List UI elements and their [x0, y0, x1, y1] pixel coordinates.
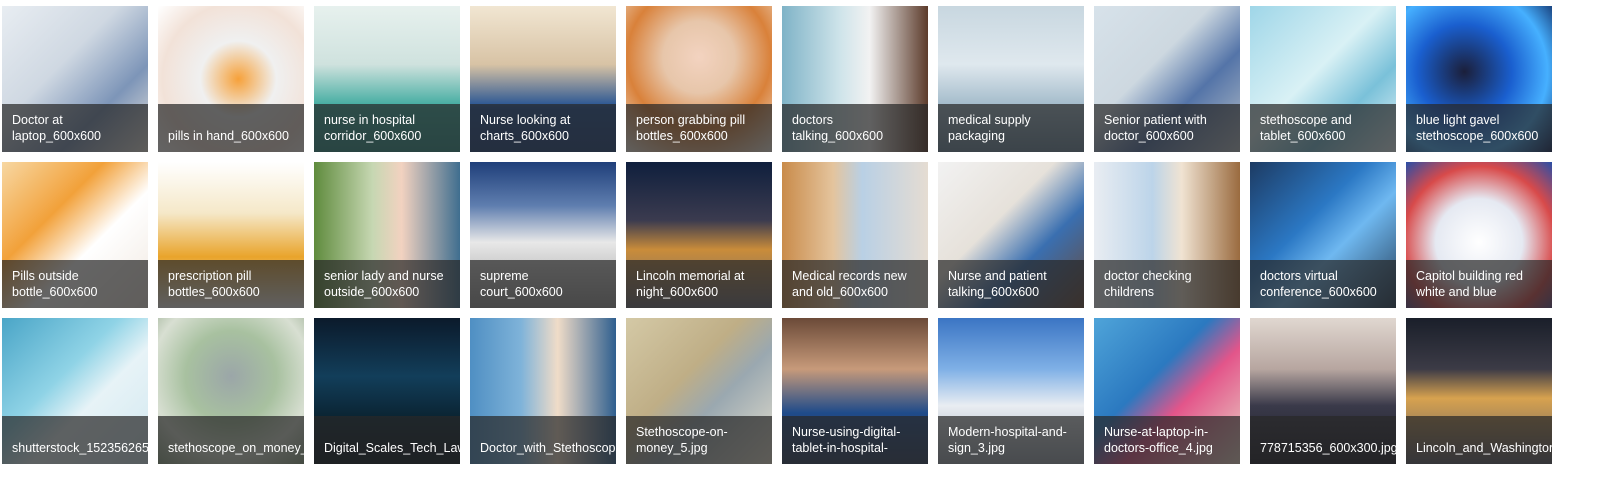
image-tile[interactable]: 778715356_600x300.jpg	[1250, 318, 1396, 464]
image-caption: shutterstock_152356265	[2, 416, 148, 464]
image-caption: blue light gavel stethoscope_600x600	[1406, 104, 1552, 152]
image-caption: stethoscope and tablet_600x600	[1250, 104, 1396, 152]
image-tile[interactable]: supreme court_600x600	[470, 162, 616, 308]
image-caption: prescription pill bottles_600x600	[158, 260, 304, 308]
image-tile[interactable]: shutterstock_152356265	[2, 318, 148, 464]
image-caption: medical supply packaging	[938, 104, 1084, 152]
image-caption: pills in hand_600x600	[158, 104, 304, 152]
image-caption: doctors virtual conference_600x600	[1250, 260, 1396, 308]
image-caption: Nurse and patient talking_600x600	[938, 260, 1084, 308]
image-tile[interactable]: Lincoln memorial at night_600x600	[626, 162, 772, 308]
image-caption: stethoscope_on_money_	[158, 416, 304, 464]
image-tile[interactable]: nurse in hospital corridor_600x600	[314, 6, 460, 152]
image-caption: Capitol building red white and blue	[1406, 260, 1552, 308]
image-tile[interactable]: blue light gavel stethoscope_600x600	[1406, 6, 1552, 152]
image-tile[interactable]: Nurse looking at charts_600x600	[470, 6, 616, 152]
image-caption: Modern-hospital-and-sign_3.jpg	[938, 416, 1084, 464]
image-caption: Doctor at laptop_600x600	[2, 104, 148, 152]
image-caption: Doctor_with_Stethoscope	[470, 416, 616, 464]
image-tile[interactable]: Digital_Scales_Tech_Law_	[314, 318, 460, 464]
image-tile[interactable]: Doctor_with_Stethoscope	[470, 318, 616, 464]
image-caption: 778715356_600x300.jpg	[1250, 416, 1396, 464]
image-tile[interactable]: doctor checking childrens	[1094, 162, 1240, 308]
image-caption: Nurse-at-laptop-in-doctors-office_4.jpg	[1094, 416, 1240, 464]
image-tile[interactable]: Pills outside bottle_600x600	[2, 162, 148, 308]
image-caption: Lincoln memorial at night_600x600	[626, 260, 772, 308]
image-tile[interactable]: stethoscope_on_money_	[158, 318, 304, 464]
image-tile[interactable]: medical supply packaging	[938, 6, 1084, 152]
image-tile[interactable]: Nurse-at-laptop-in-doctors-office_4.jpg	[1094, 318, 1240, 464]
image-tile[interactable]: stethoscope and tablet_600x600	[1250, 6, 1396, 152]
image-tile[interactable]: senior lady and nurse outside_600x600	[314, 162, 460, 308]
image-caption: Digital_Scales_Tech_Law_	[314, 416, 460, 464]
image-tile[interactable]: prescription pill bottles_600x600	[158, 162, 304, 308]
image-grid: Doctor at laptop_600x600 pills in hand_6…	[0, 0, 1609, 480]
image-caption: Senior patient with doctor_600x600	[1094, 104, 1240, 152]
image-tile[interactable]: Lincoln_and_Washington	[1406, 318, 1552, 464]
image-caption: person grabbing pill bottles_600x600	[626, 104, 772, 152]
image-tile[interactable]: person grabbing pill bottles_600x600	[626, 6, 772, 152]
image-tile[interactable]: Stethoscope-on-money_5.jpg	[626, 318, 772, 464]
image-caption: Lincoln_and_Washington	[1406, 416, 1552, 464]
image-tile[interactable]: doctors virtual conference_600x600	[1250, 162, 1396, 308]
image-caption: Stethoscope-on-money_5.jpg	[626, 416, 772, 464]
image-caption: doctor checking childrens	[1094, 260, 1240, 308]
image-caption: Nurse-using-digital-tablet-in-hospital-	[782, 416, 928, 464]
image-tile[interactable]: Nurse and patient talking_600x600	[938, 162, 1084, 308]
image-tile[interactable]: Senior patient with doctor_600x600	[1094, 6, 1240, 152]
image-caption: Nurse looking at charts_600x600	[470, 104, 616, 152]
image-tile[interactable]: pills in hand_600x600	[158, 6, 304, 152]
image-caption: supreme court_600x600	[470, 260, 616, 308]
image-tile[interactable]: Doctor at laptop_600x600	[2, 6, 148, 152]
image-caption: senior lady and nurse outside_600x600	[314, 260, 460, 308]
image-tile[interactable]: Nurse-using-digital-tablet-in-hospital-	[782, 318, 928, 464]
image-tile[interactable]: doctors talking_600x600	[782, 6, 928, 152]
image-caption: Pills outside bottle_600x600	[2, 260, 148, 308]
image-caption: Medical records new and old_600x600	[782, 260, 928, 308]
image-tile[interactable]: Capitol building red white and blue	[1406, 162, 1552, 308]
image-tile[interactable]: Medical records new and old_600x600	[782, 162, 928, 308]
image-tile[interactable]: Modern-hospital-and-sign_3.jpg	[938, 318, 1084, 464]
image-caption: nurse in hospital corridor_600x600	[314, 104, 460, 152]
image-caption: doctors talking_600x600	[782, 104, 928, 152]
